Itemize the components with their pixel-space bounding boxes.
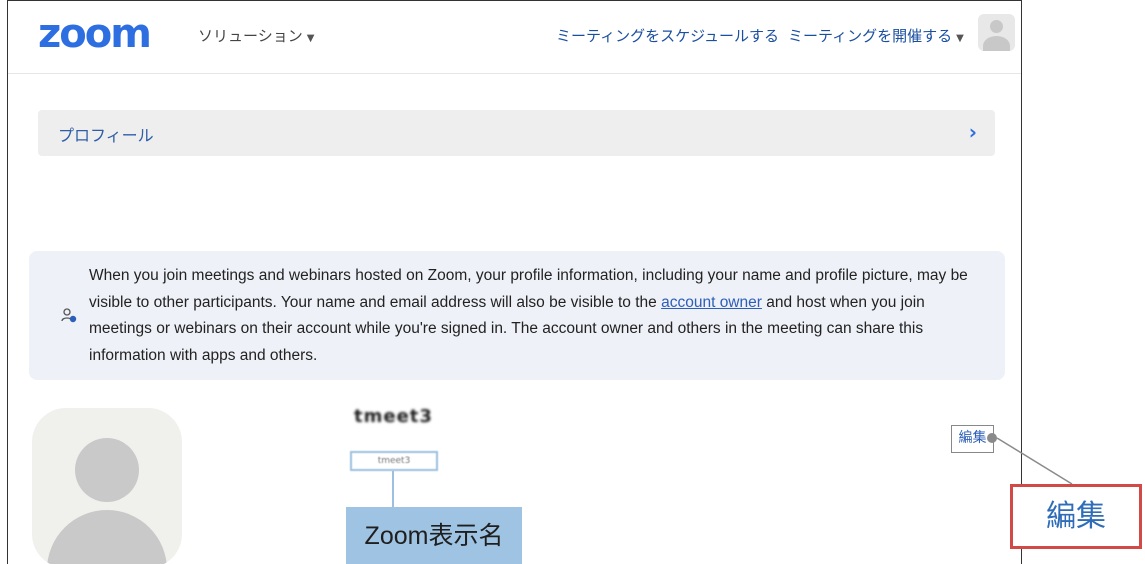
edit-callout-dot	[987, 433, 997, 443]
edit-callout: 編集	[1010, 484, 1142, 549]
edit-callout-leader	[996, 437, 1073, 485]
